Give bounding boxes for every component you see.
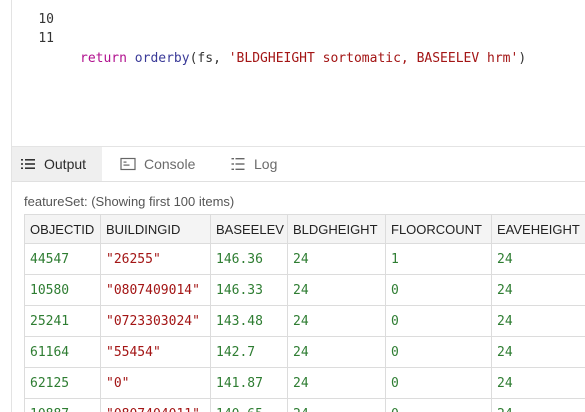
code-line-11[interactable]: 11 return orderby(fs, 'BLDGHEIGHT sortom… [12, 9, 585, 66]
table-cell: 146.36 [210, 243, 288, 275]
column-header[interactable]: BUILDINGID [100, 214, 211, 244]
code-args-close: ) [518, 51, 527, 66]
table-cell: 1 [385, 243, 492, 275]
table-cell: 146.33 [210, 274, 288, 306]
table-cell: 24 [287, 398, 386, 412]
tab-log[interactable]: Log [230, 147, 277, 181]
table-row: 61164 "55454" 142.7 24 0 24 [24, 336, 585, 368]
column-header[interactable]: BASEELEV [210, 214, 288, 244]
table-row: 10887 "0807404011" 140.65 24 0 24 [24, 398, 585, 412]
table-header-row: OBJECTID BUILDINGID BASEELEV BLDGHEIGHT … [24, 214, 585, 244]
table-cell: "55454" [100, 336, 211, 368]
table-cell: "0807404011" [100, 398, 211, 412]
column-header[interactable]: FLOORCOUNT [385, 214, 492, 244]
table-cell: 24 [491, 367, 585, 399]
code-keyword: return [80, 51, 127, 66]
table-cell: 24 [491, 305, 585, 337]
arcade-playground: 10 11 return orderby(fs, 'BLDGHEIGHT sor… [0, 0, 585, 412]
table-cell: 62125 [24, 367, 101, 399]
log-icon [230, 156, 246, 172]
table-cell: 24 [287, 367, 386, 399]
table-cell: 0 [385, 367, 492, 399]
table-cell: 0 [385, 398, 492, 412]
table-cell: 143.48 [210, 305, 288, 337]
tab-console-label: Console [144, 156, 196, 172]
code-text[interactable]: return orderby(fs, 'BLDGHEIGHT sortomati… [80, 49, 526, 69]
results-table: OBJECTID BUILDINGID BASEELEV BLDGHEIGHT … [24, 214, 585, 412]
table-cell: 142.7 [210, 336, 288, 368]
table-cell: "0" [100, 367, 211, 399]
table-cell: 10580 [24, 274, 101, 306]
tab-console[interactable]: Console [120, 147, 195, 181]
table-row: 25241 "0723303024" 143.48 24 0 24 [24, 305, 585, 337]
output-caption: featureSet: (Showing first 100 items) [24, 194, 235, 209]
code-function: orderby [134, 51, 190, 66]
column-header[interactable]: EAVEHEIGHT [491, 214, 585, 244]
line-number: 11 [38, 31, 54, 46]
code-args-open: (fs, [189, 51, 229, 66]
table-cell: "0807409014" [100, 274, 211, 306]
tab-output[interactable]: Output [12, 147, 102, 181]
table-cell: 24 [287, 274, 386, 306]
column-header[interactable]: BLDGHEIGHT [287, 214, 386, 244]
table-cell: 141.87 [210, 367, 288, 399]
table-cell: 44547 [24, 243, 101, 275]
table-cell: "0723303024" [100, 305, 211, 337]
console-icon [120, 156, 136, 172]
table-cell: 61164 [24, 336, 101, 368]
table-cell: 24 [287, 336, 386, 368]
table-cell: 24 [491, 243, 585, 275]
list-icon [20, 156, 36, 172]
tab-log-label: Log [254, 156, 278, 172]
code-string: 'BLDGHEIGHT sortomatic, BASEELEV hrm' [228, 51, 519, 66]
code-editor[interactable]: 10 11 return orderby(fs, 'BLDGHEIGHT sor… [12, 0, 585, 146]
table-row: 10580 "0807409014" 146.33 24 0 24 [24, 274, 585, 306]
table-cell: 0 [385, 274, 492, 306]
results-table-container[interactable]: OBJECTID BUILDINGID BASEELEV BLDGHEIGHT … [24, 214, 585, 412]
table-cell: 24 [491, 274, 585, 306]
table-cell: "26255" [100, 243, 211, 275]
result-tabs: Output Console Log [12, 147, 585, 182]
table-cell: 24 [287, 305, 386, 337]
table-row: 44547 "26255" 146.36 24 1 24 [24, 243, 585, 275]
table-cell: 0 [385, 305, 492, 337]
table-cell: 24 [491, 398, 585, 412]
column-header[interactable]: OBJECTID [24, 214, 101, 244]
table-cell: 24 [287, 243, 386, 275]
table-row: 62125 "0" 141.87 24 0 24 [24, 367, 585, 399]
table-cell: 24 [491, 336, 585, 368]
table-cell: 0 [385, 336, 492, 368]
table-cell: 25241 [24, 305, 101, 337]
tab-output-label: Output [44, 156, 87, 172]
table-cell: 10887 [24, 398, 101, 412]
table-cell: 140.65 [210, 398, 288, 412]
